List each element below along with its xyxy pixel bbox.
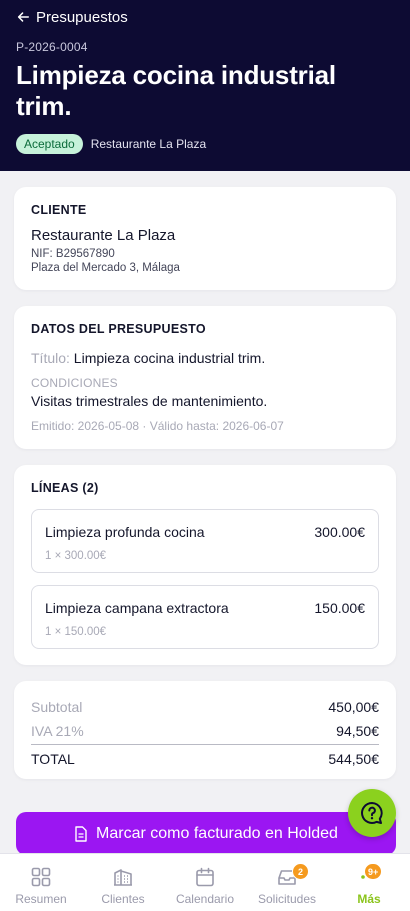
mark-invoiced-button[interactable]: Marcar como facturado en Holded xyxy=(16,812,396,855)
conditions-label: CONDICIONES xyxy=(31,376,118,390)
list-item[interactable]: Limpieza campana extractora 150.00€ 1 × … xyxy=(31,585,379,649)
total-label: TOTAL xyxy=(31,751,75,767)
list-item[interactable]: Limpieza profunda cocina 300.00€ 1 × 300… xyxy=(31,509,379,573)
tab-solicitudes[interactable]: 2 Solicitudes xyxy=(246,854,328,911)
tab-label: Resumen xyxy=(15,892,67,906)
quote-title-value: Limpieza cocina industrial trim. xyxy=(73,350,266,366)
tax-row: IVA 21% 94,50€ xyxy=(31,723,379,739)
header-meta: Aceptado Restaurante La Plaza xyxy=(16,134,394,154)
tax-value: 94,50€ xyxy=(336,723,379,739)
page-title: Limpieza cocina industrial trim. xyxy=(16,60,336,121)
line-amount: 150.00€ xyxy=(314,600,365,616)
document-icon xyxy=(75,825,87,842)
status-badge: Aceptado xyxy=(16,134,83,154)
total-value: 544,50€ xyxy=(328,751,379,767)
back-button[interactable]: Presupuestos xyxy=(16,8,394,26)
line-name: Limpieza profunda cocina xyxy=(45,524,205,540)
tab-label: Calendario xyxy=(175,892,235,906)
subtotal-row: Subtotal 450,00€ xyxy=(31,699,379,715)
subtotal-value: 450,00€ xyxy=(328,699,379,715)
page-header: Presupuestos P-2026-0004 Limpieza cocina… xyxy=(0,0,410,171)
tab-clientes[interactable]: Clientes xyxy=(82,854,164,911)
client-nif: NIF: B29567890 xyxy=(31,248,115,260)
calendar-icon xyxy=(196,867,214,887)
quote-dates: Emitido: 2026-05-08 · Válido hasta: 2026… xyxy=(31,419,284,433)
total-row: TOTAL 544,50€ xyxy=(31,744,379,767)
lines-card: LÍNEAS (2) Limpieza profunda cocina 300.… xyxy=(14,465,396,665)
client-address: Plaza del Mercado 3, Málaga xyxy=(31,262,180,274)
subtotal-label: Subtotal xyxy=(31,699,83,715)
main-content: CLIENTE Restaurante La Plaza NIF: B29567… xyxy=(0,171,410,779)
tab-resumen[interactable]: Resumen xyxy=(0,854,82,911)
tab-mas[interactable]: 9+ Más xyxy=(328,854,410,911)
bottom-tab-bar: Resumen Clientes Calendario 2 Solicitude… xyxy=(0,853,410,911)
line-amount: 300.00€ xyxy=(314,524,365,540)
line-quantity: 1 × 150.00€ xyxy=(45,626,107,638)
tab-label: Más xyxy=(357,892,381,906)
tab-label: Clientes xyxy=(101,892,145,906)
totals-card: Subtotal 450,00€ IVA 21% 94,50€ TOTAL 54… xyxy=(14,681,396,779)
solicitudes-count-badge: 2 xyxy=(292,863,309,880)
details-card-title: DATOS DEL PRESUPUESTO xyxy=(31,322,206,336)
details-card: DATOS DEL PRESUPUESTO Título: Limpieza c… xyxy=(14,306,396,449)
back-label: Presupuestos xyxy=(36,8,128,26)
tab-label: Solicitudes xyxy=(257,892,317,906)
conditions-value: Visitas trimestrales de mantenimiento. xyxy=(31,393,268,409)
quote-title-label: Título: xyxy=(31,350,70,366)
grid-icon xyxy=(31,867,51,887)
client-card: CLIENTE Restaurante La Plaza NIF: B29567… xyxy=(14,187,396,290)
quote-title-row: Título: Limpieza cocina industrial trim. xyxy=(31,350,379,366)
lines-card-title: LÍNEAS (2) xyxy=(31,481,99,495)
line-name: Limpieza campana extractora xyxy=(45,600,229,616)
more-count-badge: 9+ xyxy=(364,863,383,880)
arrow-left-icon xyxy=(17,12,29,22)
line-quantity: 1 × 300.00€ xyxy=(45,550,107,562)
client-name: Restaurante La Plaza xyxy=(31,227,176,244)
help-button[interactable] xyxy=(348,789,396,837)
mark-invoiced-label: Marcar como facturado en Holded xyxy=(96,824,338,842)
tab-calendario[interactable]: Calendario xyxy=(164,854,246,911)
quote-reference: P-2026-0004 xyxy=(16,40,88,54)
buildings-icon xyxy=(114,869,132,886)
header-client: Restaurante La Plaza xyxy=(90,137,207,151)
client-card-title: CLIENTE xyxy=(31,203,87,217)
tax-label: IVA 21% xyxy=(31,723,84,739)
help-chat-icon xyxy=(361,802,383,824)
